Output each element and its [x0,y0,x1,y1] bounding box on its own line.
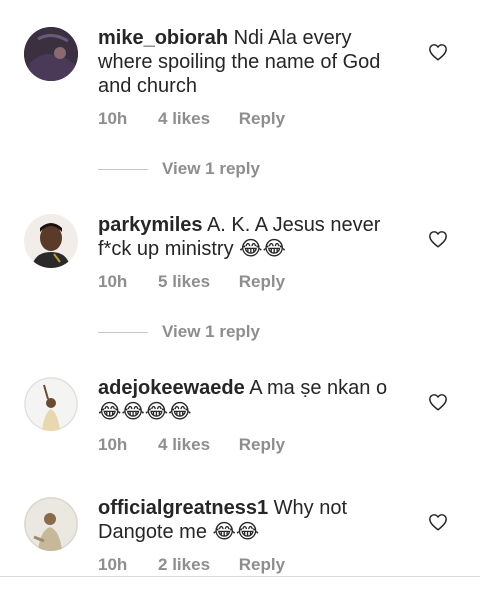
reply-button[interactable]: Reply [239,555,285,575]
comment-likes[interactable]: 5 likes [158,272,210,292]
heart-icon[interactable] [428,513,448,531]
view-replies-line [98,331,148,333]
comment-text: officialgreatness1 Why not Dangote me 😂😂 [98,496,408,544]
bottom-divider [0,576,480,577]
comment-meta: 10h 5 likes Reply [98,272,285,292]
comment-time: 10h [98,272,128,291]
avatar[interactable] [24,377,78,431]
heart-icon[interactable] [428,393,448,411]
view-replies-button[interactable]: View 1 reply [98,322,260,346]
avatar[interactable] [24,214,78,268]
comment-meta: 10h 4 likes Reply [98,109,285,129]
comment-text: adejokeewaede A ma ṣe nkan o 😂😂😂😂 [98,376,408,424]
comment-time: 10h [98,109,128,128]
comment-meta: 10h 2 likes Reply [98,555,285,575]
comment-username[interactable]: officialgreatness1 [98,497,268,519]
comment-text: parkymiles A. K. A Jesus never f*ck up m… [98,213,408,261]
view-replies-button[interactable]: View 1 reply [98,159,260,183]
heart-icon[interactable] [428,230,448,248]
comment-likes[interactable]: 4 likes [158,435,210,455]
avatar[interactable] [24,27,78,81]
reply-button[interactable]: Reply [239,435,285,455]
comment-text: mike_obiorah Ndi Ala every where spoilin… [98,26,408,98]
comment-username[interactable]: mike_obiorah [98,27,228,49]
reply-button[interactable]: Reply [239,272,285,292]
view-replies-line [98,168,148,170]
comment-likes[interactable]: 2 likes [158,555,210,575]
comment-username[interactable]: adejokeewaede [98,377,245,399]
reply-button[interactable]: Reply [239,109,285,129]
comment-time: 10h [98,555,128,574]
comment-time: 10h [98,435,128,454]
comment-meta: 10h 4 likes Reply [98,435,285,455]
comment-likes[interactable]: 4 likes [158,109,210,129]
view-replies-label: View 1 reply [162,159,260,178]
comment-username[interactable]: parkymiles [98,214,203,236]
view-replies-label: View 1 reply [162,322,260,341]
avatar[interactable] [24,497,78,551]
heart-icon[interactable] [428,43,448,61]
